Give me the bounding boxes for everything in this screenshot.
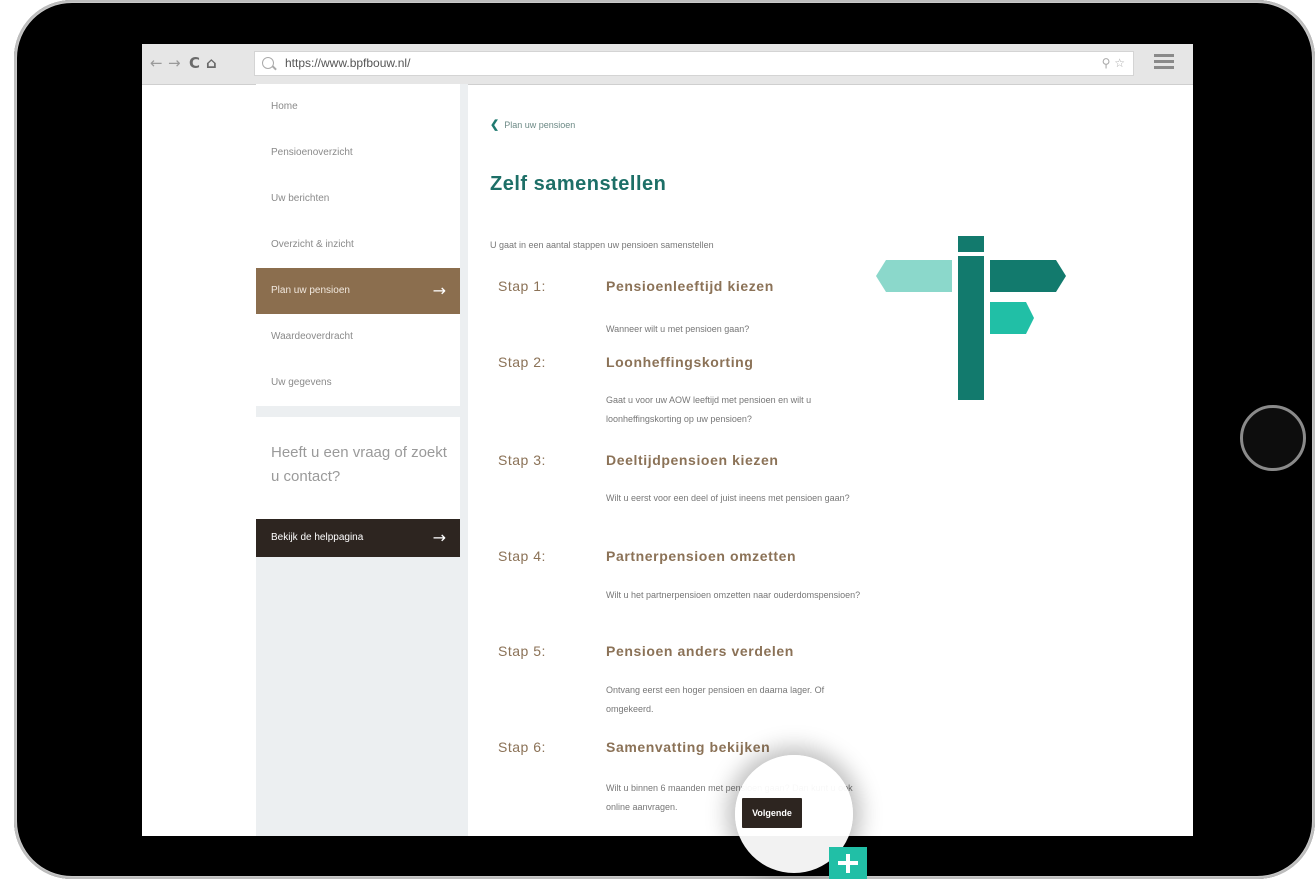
step-2-title[interactable]: Loonheffingskorting [606,354,754,370]
step-6-label: Stap 6: [498,739,546,755]
home-icon[interactable]: ⌂ [206,54,217,72]
step-6-title[interactable]: Samenvatting bekijken [606,739,770,755]
sidebar: Home Pensioenoverzicht Uw berichten Over… [256,84,460,836]
arrow-right-icon: → [432,528,446,547]
sidebar-item-gegevens[interactable]: Uw gegevens [256,360,460,406]
sidebar-item-label: Waardeoverdracht [271,331,353,342]
step-3-title[interactable]: Deeltijdpensioen kiezen [606,452,779,468]
column-divider [460,84,468,836]
zoom-bookmark-icons[interactable]: ⚲ ☆ [1102,56,1125,70]
sidebar-item-label: Uw gegevens [271,377,332,388]
page-title: Zelf samenstellen [490,173,667,195]
help-page-button[interactable]: Bekijk de helppagina → [256,519,460,557]
sidebar-item-plan-uw-pensioen[interactable]: Plan uw pensioen → [256,268,460,314]
step-2-description: Gaat u voor uw AOW leeftijd met pensioen… [606,395,812,424]
step-4-description: Wilt u het partnerpensioen omzetten naar… [606,590,861,600]
chevron-left-icon: ❮ [490,119,500,131]
sidebar-menu: Home Pensioenoverzicht Uw berichten Over… [256,84,460,406]
sidebar-item-waardeoverdracht[interactable]: Waardeoverdracht [256,314,460,360]
forward-arrow-icon[interactable]: → [168,54,181,72]
help-button-label: Bekijk de helppagina [271,532,364,543]
next-button[interactable]: Volgende [742,798,802,828]
back-arrow-icon[interactable]: ← [150,54,163,72]
sidebar-item-label: Uw berichten [271,193,330,204]
browser-screen: ← → C ⌂ https://www.bpfbouw.nl/ ⚲ ☆ Home… [142,44,1193,836]
help-heading: Heeft u een vraag of zoekt u contact? [271,444,447,485]
step-5-title[interactable]: Pensioen anders verdelen [606,643,794,659]
step-1-label: Stap 1: [498,278,546,294]
signpost-illustration [876,236,1066,400]
step-3-description: Wilt u eerst voor een deel of juist inee… [606,493,850,503]
step-5-description: Ontvang eerst een hoger pensioen en daar… [606,685,825,714]
browser-toolbar: ← → C ⌂ https://www.bpfbouw.nl/ ⚲ ☆ [142,44,1193,85]
hamburger-menu-icon[interactable] [1154,54,1174,70]
plus-icon[interactable] [829,847,867,879]
address-bar[interactable]: https://www.bpfbouw.nl/ ⚲ ☆ [254,51,1134,76]
tablet-home-button[interactable] [1240,405,1306,471]
step-5-label: Stap 5: [498,643,546,659]
back-link-label: Plan uw pensioen [504,120,576,130]
search-icon [262,57,274,69]
main-content: ❮ Plan uw pensioen Zelf samenstellen U ga… [468,84,1193,836]
intro-text: U gaat in een aantal stappen uw pensioen… [490,240,714,250]
sidebar-item-label: Home [271,101,298,112]
url-text[interactable]: https://www.bpfbouw.nl/ [285,56,410,70]
step-4-title[interactable]: Partnerpensioen omzetten [606,548,796,564]
reload-icon[interactable]: C [189,54,200,72]
step-1-description: Wanneer wilt u met pensioen gaan? [606,324,750,334]
sidebar-item-overzicht-inzicht[interactable]: Overzicht & inzicht [256,222,460,268]
step-2-label: Stap 2: [498,354,546,370]
sidebar-item-label: Overzicht & inzicht [271,239,354,250]
arrow-right-icon: → [432,281,446,300]
sidebar-item-label: Pensioenoverzicht [271,147,353,158]
step-3-label: Stap 3: [498,452,546,468]
sidebar-item-pensioenoverzicht[interactable]: Pensioenoverzicht [256,130,460,176]
sidebar-item-label: Plan uw pensioen [271,285,350,296]
step-1-title[interactable]: Pensioenleeftijd kiezen [606,278,774,294]
back-link[interactable]: ❮ Plan uw pensioen [490,118,575,131]
sidebar-item-home[interactable]: Home [256,84,460,130]
step-4-label: Stap 4: [498,548,546,564]
sidebar-item-berichten[interactable]: Uw berichten [256,176,460,222]
